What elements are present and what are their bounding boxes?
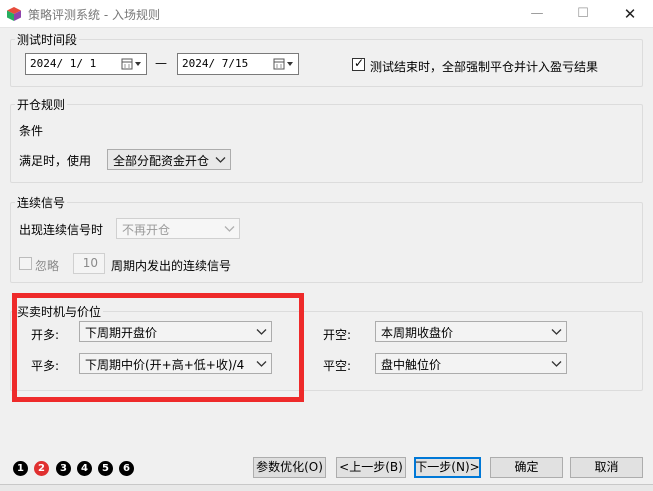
calendar-dropdown-icon[interactable]	[272, 56, 296, 72]
funds-mode-value: 全部分配资金开仓	[113, 154, 210, 168]
step-3[interactable]: 3	[56, 461, 71, 476]
open-rule-legend: 开仓规则	[15, 96, 68, 113]
optimize-button[interactable]: 参数优化(O)	[253, 457, 326, 478]
close-short-dropdown[interactable]: 盘中触位价	[375, 353, 567, 374]
step-6[interactable]: 6	[119, 461, 134, 476]
chevron-down-icon	[224, 226, 235, 232]
close-button[interactable]: ✕	[607, 0, 653, 28]
end-date-value: 2024/ 7/15	[182, 57, 249, 70]
force-close-checkbox[interactable]: ✓	[352, 56, 365, 71]
maximize-button[interactable]: ☐	[560, 0, 606, 28]
close-short-value: 盘中触位价	[381, 358, 442, 372]
window-title: 策略评测系统 - 入场规则	[28, 8, 160, 22]
open-rule-group: 开仓规则	[10, 96, 643, 183]
ignore-checkbox[interactable]	[19, 257, 32, 270]
chevron-down-icon	[551, 329, 562, 335]
chevron-down-icon	[215, 157, 226, 163]
step-2[interactable]: 2	[34, 461, 49, 476]
calendar-dropdown-icon[interactable]	[120, 56, 144, 72]
start-date-value: 2024/ 1/ 1	[30, 57, 97, 70]
condition-label: 条件	[19, 124, 44, 138]
cube-icon	[7, 7, 21, 21]
step-5[interactable]: 5	[98, 461, 113, 476]
highlight-annotation-box	[12, 293, 304, 402]
ignore-label: 忽略	[35, 259, 60, 273]
open-short-label: 开空:	[323, 328, 352, 342]
when-met-label: 满足时，使用	[19, 154, 92, 168]
step-1[interactable]: 1	[13, 461, 28, 476]
underlying-window-strip	[0, 484, 653, 491]
next-step-button[interactable]: 下一步(N)>	[414, 457, 481, 478]
funds-mode-dropdown[interactable]: 全部分配资金开仓	[107, 149, 231, 170]
ok-button[interactable]: 确定	[490, 457, 563, 478]
minimize-button[interactable]: —	[514, 0, 560, 28]
prev-step-button[interactable]: <上一步(B)	[336, 457, 406, 478]
chevron-down-icon	[551, 361, 562, 367]
checkmark-icon: ✓	[354, 56, 365, 70]
consecutive-action-dropdown[interactable]: 不再开仓	[116, 218, 240, 239]
title-bar: 策略评测系统 - 入场规则 — ☐ ✕	[0, 0, 653, 28]
start-date-picker[interactable]: 2024/ 1/ 1	[25, 53, 147, 75]
consecutive-action-value: 不再开仓	[122, 223, 171, 237]
force-close-label: 测试结束时，全部强制平仓并计入盈亏结果	[370, 60, 599, 74]
consecutive-signal-legend: 连续信号	[15, 194, 68, 211]
ignore-period-suffix: 周期内发出的连续信号	[111, 259, 232, 273]
end-date-picker[interactable]: 2024/ 7/15	[177, 53, 299, 75]
step-4[interactable]: 4	[77, 461, 92, 476]
consecutive-appear-label: 出现连续信号时	[19, 223, 104, 237]
open-short-value: 本周期收盘价	[381, 326, 454, 340]
test-period-legend: 测试时间段	[15, 31, 80, 48]
open-short-dropdown[interactable]: 本周期收盘价	[375, 321, 567, 342]
cancel-button[interactable]: 取消	[570, 457, 643, 478]
close-short-label: 平空:	[323, 359, 352, 373]
ignore-period-input[interactable]: 10	[73, 253, 105, 274]
date-range-separator: —	[155, 56, 167, 70]
